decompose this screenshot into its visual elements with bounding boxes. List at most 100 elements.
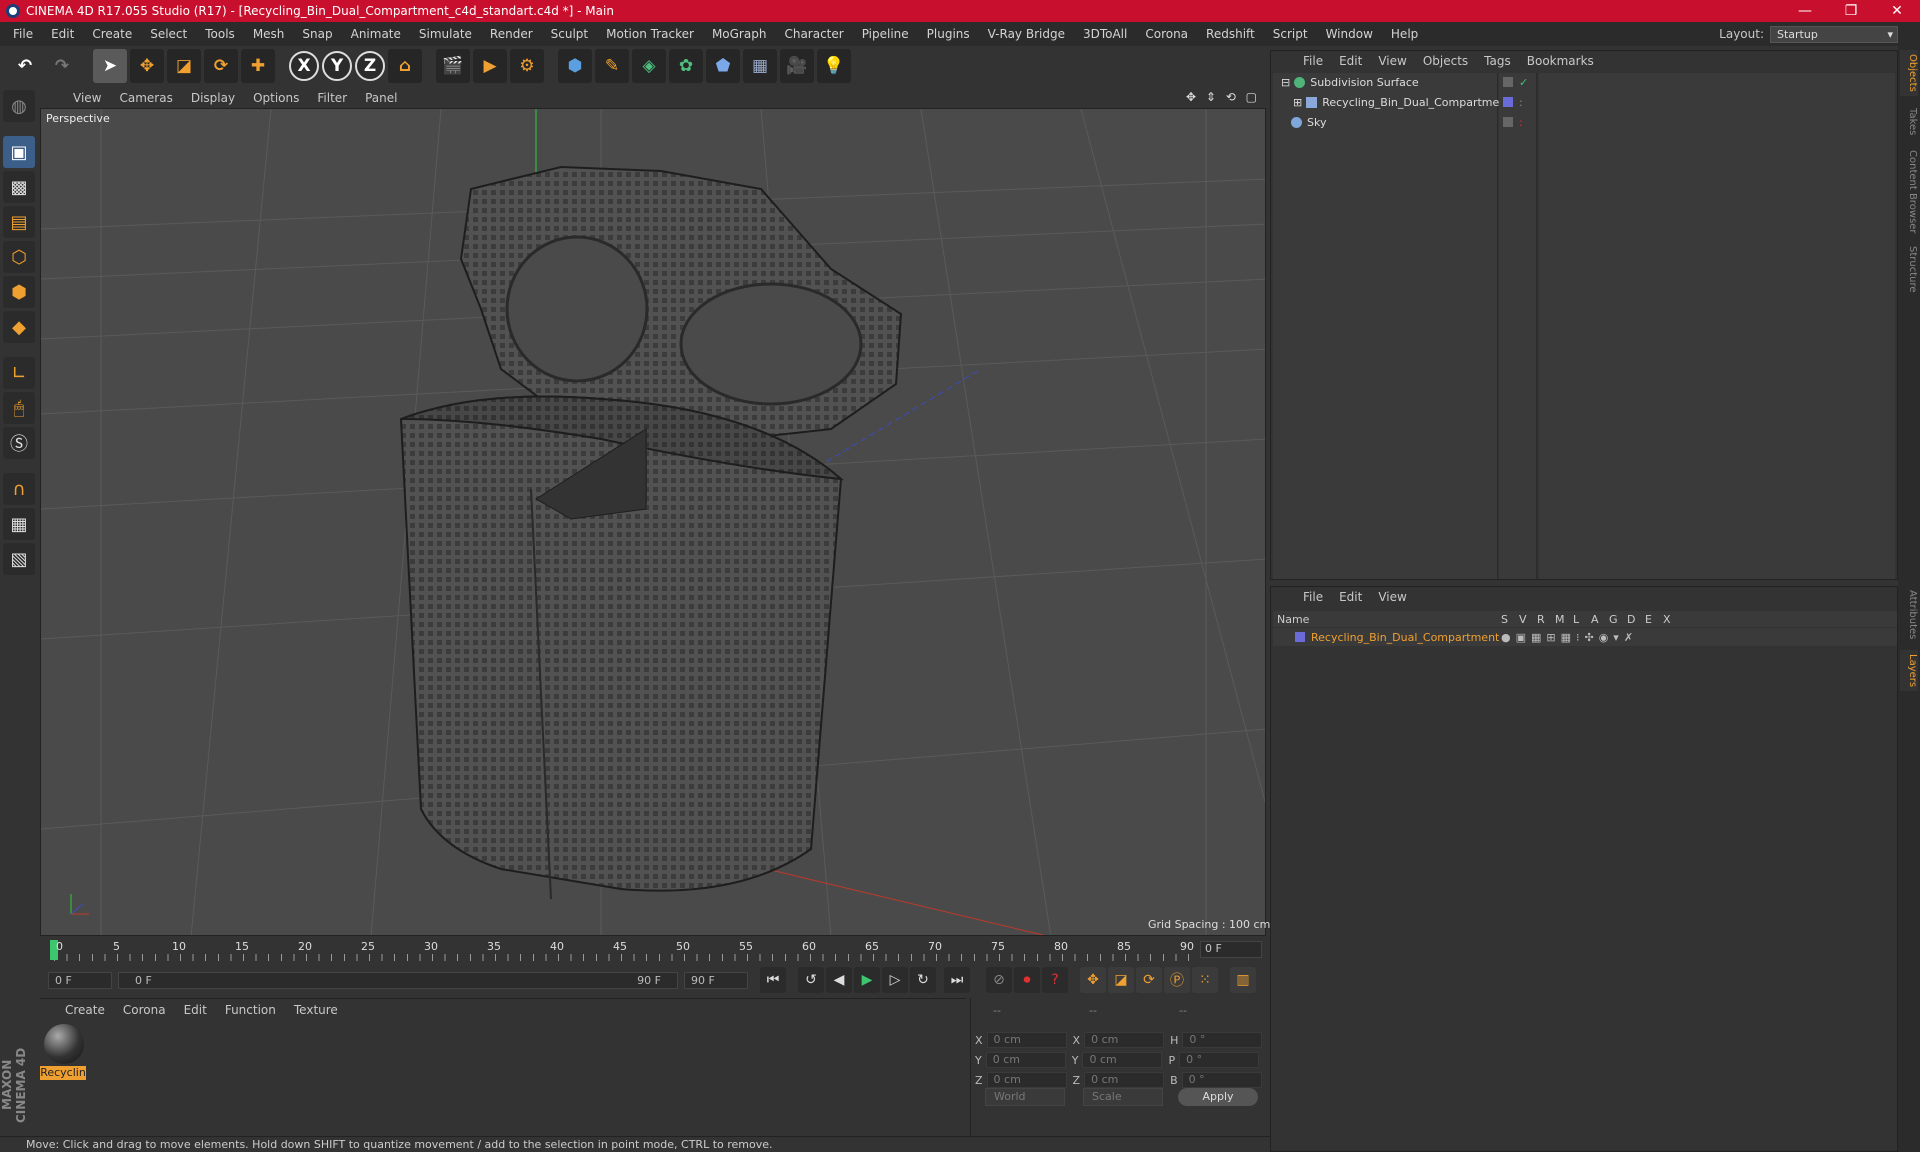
menu-plugins[interactable]: Plugins (918, 27, 979, 41)
redo-icon[interactable]: ↷ (45, 49, 79, 83)
current-frame-field[interactable]: 0 F (1200, 941, 1262, 958)
object-menu-edit[interactable]: Edit (1331, 54, 1370, 68)
select-arrow-icon[interactable]: ➤ (93, 49, 127, 83)
menu-simulate[interactable]: Simulate (410, 27, 481, 41)
key-parameter-icon[interactable]: Ⓟ (1164, 967, 1190, 993)
object-menu-tags[interactable]: Tags (1476, 54, 1519, 68)
material-menu-corona[interactable]: Corona (114, 1003, 175, 1017)
viewport-navigation-icons[interactable]: ✥ ⇕ ⟲ ▢ (1186, 90, 1260, 104)
coordinate-mode-dropdown[interactable]: World (985, 1088, 1065, 1106)
menu-edit[interactable]: Edit (42, 27, 83, 41)
material-menu-function[interactable]: Function (216, 1003, 285, 1017)
render-settings-icon[interactable]: ⚙ (510, 49, 544, 83)
snap-magnet-icon[interactable]: ∩ (3, 473, 35, 505)
keyframe-selection-icon[interactable]: ⊘ (986, 967, 1012, 993)
object-row-recycling-bin[interactable]: ⊞ Recycling_Bin_Dual_Compartment (1293, 93, 1511, 111)
rotation-p-field[interactable]: 0 ° (1179, 1052, 1260, 1068)
workplane-mode-icon[interactable]: ▤ (3, 206, 35, 238)
go-to-start-icon[interactable]: ⏮ (760, 967, 786, 993)
viewport-menu-view[interactable]: View (64, 91, 110, 105)
timeline-ruler[interactable]: 0 5 10 15 20 25 30 35 40 45 50 55 60 65 … (40, 938, 1266, 962)
live-move-icon[interactable]: ✚ (241, 49, 275, 83)
render-picture-viewer-icon[interactable]: ▶ (473, 49, 507, 83)
material-menu-texture[interactable]: Texture (285, 1003, 347, 1017)
next-key-icon[interactable]: ↻ (910, 967, 936, 993)
next-frame-icon[interactable]: ▷ (882, 967, 908, 993)
x-axis-lock-icon[interactable]: X (289, 51, 319, 81)
menu-redshift[interactable]: Redshift (1197, 27, 1264, 41)
transform-mode-dropdown[interactable]: Scale (1083, 1088, 1163, 1106)
layer-row[interactable]: Recycling_Bin_Dual_Compartment ●▣▦⊞▦⁝✣◉▾… (1273, 628, 1897, 646)
object-menu-objects[interactable]: Objects (1415, 54, 1476, 68)
record-key-icon[interactable]: ⏺ (1014, 967, 1040, 993)
close-button[interactable]: ✕ (1874, 3, 1920, 19)
layout-dropdown[interactable]: Startup (1770, 25, 1898, 43)
expand-icon[interactable]: ⊞ (1293, 96, 1302, 109)
material-menu-create[interactable]: Create (56, 1003, 114, 1017)
position-x-field[interactable]: 0 cm (986, 1032, 1067, 1048)
edges-mode-icon[interactable]: ⬢ (3, 276, 35, 308)
object-row-subdivision-surface[interactable]: ⊟ Subdivision Surface (1281, 73, 1419, 91)
key-pla-icon[interactable]: ⁙ (1192, 967, 1218, 993)
y-axis-lock-icon[interactable]: Y (322, 51, 352, 81)
tweak-mode-icon[interactable]: 🖱 (3, 392, 35, 424)
make-editable-icon[interactable]: ◍ (3, 90, 35, 122)
texture-mode-icon[interactable]: ▩ (3, 171, 35, 203)
size-z-field[interactable]: 0 cm (1084, 1072, 1165, 1088)
material-menu-edit[interactable]: Edit (175, 1003, 216, 1017)
render-view-icon[interactable]: 🎬 (436, 49, 470, 83)
rotation-b-field[interactable]: 0 ° (1181, 1072, 1262, 1088)
viewport-menu-options[interactable]: Options (244, 91, 308, 105)
menu-vray-bridge[interactable]: V-Ray Bridge (979, 27, 1074, 41)
menu-mesh[interactable]: Mesh (244, 27, 294, 41)
menu-render[interactable]: Render (481, 27, 542, 41)
menu-motion-tracker[interactable]: Motion Tracker (597, 27, 703, 41)
position-y-field[interactable]: 0 cm (985, 1052, 1066, 1068)
object-menu-view[interactable]: View (1370, 54, 1414, 68)
preview-range-slider[interactable]: 0 F 90 F (118, 971, 678, 989)
viewport-menu-cameras[interactable]: Cameras (110, 91, 181, 105)
autokey-icon[interactable]: ? (1042, 967, 1068, 993)
menu-file[interactable]: File (4, 27, 42, 41)
key-scale-icon[interactable]: ◪ (1108, 967, 1134, 993)
minimize-button[interactable]: — (1782, 3, 1828, 19)
z-axis-lock-icon[interactable]: Z (355, 51, 385, 81)
menu-character[interactable]: Character (775, 27, 852, 41)
collapse-icon[interactable]: ⊟ (1281, 76, 1290, 89)
layer-toggles-icon[interactable]: ●▣▦⊞▦⁝✣◉▾✗ (1501, 631, 1638, 644)
enable-axis-icon[interactable]: ∟ (3, 357, 35, 389)
viewport-menu-panel[interactable]: Panel (356, 91, 406, 105)
menu-snap[interactable]: Snap (293, 27, 341, 41)
move-tool-icon[interactable]: ✥ (130, 49, 164, 83)
object-row-sky[interactable]: Sky (1291, 113, 1326, 131)
scale-tool-icon[interactable]: ◪ (167, 49, 201, 83)
size-y-field[interactable]: 0 cm (1082, 1052, 1163, 1068)
start-frame-field[interactable]: 0 F (48, 971, 112, 989)
menu-select[interactable]: Select (141, 27, 196, 41)
perspective-viewport[interactable] (40, 108, 1266, 936)
object-menu-file[interactable]: File (1295, 54, 1331, 68)
position-z-field[interactable]: 0 cm (986, 1072, 1067, 1088)
menu-script[interactable]: Script (1264, 27, 1317, 41)
apply-button[interactable]: Apply (1178, 1088, 1258, 1106)
viewport-menu-display[interactable]: Display (182, 91, 244, 105)
previous-frame-icon[interactable]: ◀ (826, 967, 852, 993)
camera-icon[interactable]: 🎥 (780, 49, 814, 83)
layer-name[interactable]: Recycling_Bin_Dual_Compartment (1311, 631, 1501, 644)
workplane-lock-icon[interactable]: ▦ (3, 508, 35, 540)
layer-menu-view[interactable]: View (1370, 590, 1414, 604)
tab-takes[interactable]: Takes (1900, 104, 1918, 139)
undo-icon[interactable]: ↶ (8, 49, 42, 83)
restore-button[interactable]: ❐ (1828, 3, 1874, 19)
end-frame-field[interactable]: 90 F (684, 971, 748, 989)
visibility-dots-icon[interactable]: : (1519, 96, 1523, 109)
menu-help[interactable]: Help (1382, 27, 1427, 41)
timeline-window-icon[interactable]: ▥ (1230, 967, 1256, 993)
go-to-end-icon[interactable]: ⏭ (944, 967, 970, 993)
array-generator-icon[interactable]: ✿ (669, 49, 703, 83)
tab-objects[interactable]: Objects (1900, 50, 1918, 96)
previous-key-icon[interactable]: ↺ (798, 967, 824, 993)
coordinate-system-icon[interactable]: ⌂ (388, 49, 422, 83)
polygons-mode-icon[interactable]: ◆ (3, 311, 35, 343)
layer-color-icon[interactable] (1503, 117, 1513, 127)
